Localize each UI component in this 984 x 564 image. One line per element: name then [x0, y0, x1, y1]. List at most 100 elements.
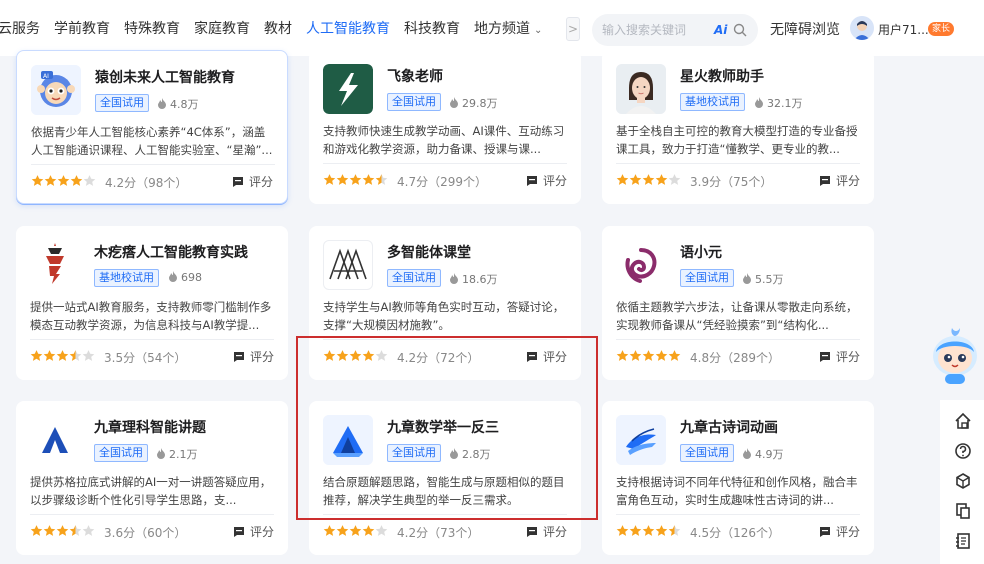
tool-card[interactable]: 九章数学举一反三 全国试用 2.8万 结合原题解题思路，智能生成与原题相似的题目… [309, 401, 581, 555]
trial-tag: 全国试用 [95, 94, 149, 112]
comment-icon [819, 351, 830, 362]
star-icon [629, 173, 642, 185]
rate-button[interactable]: 评分 [526, 172, 567, 189]
assistant-mascot-button[interactable] [930, 326, 980, 388]
tool-card[interactable]: AI 猿创未来人工智能教育 全国试用 4.8万 依据青少年人工智能核心素养“4C… [16, 50, 288, 204]
star-icon [642, 524, 655, 536]
multi-agent-logo-icon [323, 240, 373, 290]
nav-item-ai-education[interactable]: 人工智能教育 [306, 18, 390, 38]
rate-button[interactable]: 评分 [819, 523, 860, 540]
rate-button[interactable]: 评分 [233, 348, 274, 365]
heat-count: 5.5万 [742, 271, 784, 287]
top-navigation-bar: 云服务 学前教育 特殊教育 家庭教育 教材 人工智能教育 科技教育 地方频道 ⌄ … [0, 0, 984, 56]
nav-item-textbooks[interactable]: 教材 [264, 18, 292, 38]
notes-icon[interactable] [954, 532, 972, 550]
tool-card[interactable]: 多智能体课堂 全国试用 18.6万 支持学生与AI教师等角色实时互动，答疑讨论，… [309, 226, 581, 380]
heat-count: 29.8万 [449, 95, 498, 111]
star-icon [336, 349, 349, 361]
rate-label: 评分 [542, 525, 567, 539]
card-title[interactable]: 多智能体课堂 [387, 242, 471, 262]
accessibility-link[interactable]: 无障碍浏览 [770, 19, 840, 39]
tool-card[interactable]: 语小元 全国试用 5.5万 依循主题教学六步法，让备课从零散走向系统，实现教师备… [602, 226, 874, 380]
fire-icon [450, 448, 458, 459]
help-icon[interactable] [954, 442, 972, 460]
avatar[interactable] [850, 16, 874, 40]
rating-score: 3.5分（54个） [104, 351, 187, 365]
comment-icon [526, 351, 537, 362]
star-icon [83, 174, 96, 186]
ai-search-button[interactable]: Ai [714, 23, 727, 37]
nav-item-special-education[interactable]: 特殊教育 [124, 18, 180, 38]
card-description: 依循主题教学六步法，让备课从零散走向系统，实现教师备课从“凭经验摸索”到“结构化… [616, 300, 858, 332]
card-title[interactable]: 星火教师助手 [680, 66, 764, 86]
copy-icon[interactable] [954, 502, 972, 520]
heat-value: 4.9万 [755, 448, 784, 461]
star-icon [642, 173, 655, 185]
card-title[interactable]: 猿创未来人工智能教育 [95, 67, 235, 87]
fire-icon [157, 448, 165, 459]
rate-label: 评分 [249, 525, 274, 539]
rating-score: 4.5分（126个） [690, 526, 780, 540]
search-box: Ai [592, 14, 758, 46]
search-input[interactable] [602, 23, 710, 37]
star-icon [642, 349, 655, 361]
star-icon [362, 173, 375, 185]
star-icon [43, 349, 56, 361]
comment-icon [526, 175, 537, 186]
star-icon [375, 524, 388, 536]
heat-value: 4.8万 [170, 98, 199, 111]
card-title[interactable]: 九章古诗词动画 [680, 417, 778, 437]
card-title[interactable]: 语小元 [680, 242, 722, 262]
tool-card[interactable]: 九章理科智能讲题 全国试用 2.1万 提供苏格拉底式讲解的AI一对一讲题答疑应用… [16, 401, 288, 555]
star-icon [82, 524, 95, 536]
star-icon [655, 524, 668, 536]
card-description: 支持教师快速生成教学动画、AI课件、互动练习和游戏化教学资源，助力备课、授课与课… [323, 124, 565, 156]
heat-count: 4.8万 [157, 96, 199, 112]
user-name[interactable]: 用户71... [878, 21, 929, 38]
jiuzhang-science-logo-icon [30, 415, 80, 465]
tool-card[interactable]: 木疙瘩人工智能教育实践 基地校试用 698 提供一站式AI教育服务，支持教师零门… [16, 226, 288, 380]
rate-button[interactable]: 评分 [819, 348, 860, 365]
card-divider [616, 163, 860, 164]
search-icon[interactable] [733, 23, 747, 37]
cube-icon[interactable] [954, 472, 972, 490]
star-icon [323, 173, 336, 185]
card-title[interactable]: 九章理科智能讲题 [94, 417, 206, 437]
card-description: 提供一站式AI教育服务，支持教师零门槛制作多模态互动教学资源，为信息科技与AI教… [30, 300, 272, 332]
nav-scroll-right-button[interactable]: > [566, 17, 580, 41]
nav-item-tech-education[interactable]: 科技教育 [404, 18, 460, 38]
rate-button[interactable]: 评分 [526, 523, 567, 540]
channel-nav: 云服务 学前教育 特殊教育 家庭教育 教材 人工智能教育 科技教育 地方频道 ⌄ [0, 0, 556, 56]
star-icon [616, 349, 629, 361]
rating-score: 4.2分（72个） [397, 351, 480, 365]
trial-tag: 全国试用 [387, 269, 441, 287]
nav-item-family-education[interactable]: 家庭教育 [194, 18, 250, 38]
nav-item-local-channel[interactable]: 地方频道 ⌄ [474, 18, 542, 38]
trial-tag: 全国试用 [94, 444, 148, 462]
rate-button[interactable]: 评分 [232, 173, 273, 190]
nav-item-local-channel-label: 地方频道 [474, 21, 530, 37]
card-title[interactable]: 九章数学举一反三 [387, 417, 499, 437]
card-description: 提供苏格拉底式讲解的AI一对一讲题答疑应用，以步骤级诊断个性化引导学生思路，支.… [30, 475, 272, 507]
comment-icon [819, 526, 830, 537]
tool-card[interactable]: 九章古诗词动画 全国试用 4.9万 支持根据诗词不同年代特征和创作风格，融合丰富… [602, 401, 874, 555]
card-divider [323, 514, 567, 515]
card-description: 支持根据诗词不同年代特征和创作风格，融合丰富角色互动，实时生成趣味性古诗词的讲.… [616, 475, 858, 507]
nav-item-preschool[interactable]: 学前教育 [54, 18, 110, 38]
nav-item-cloud-service[interactable]: 云服务 [0, 18, 40, 38]
rate-button[interactable]: 评分 [233, 523, 274, 540]
tool-card[interactable]: 星火教师助手 基地校试用 32.1万 基于全栈自主可控的教育大模型打造的专业备授… [602, 50, 874, 204]
monkey-logo-icon: AI [31, 65, 81, 115]
fire-icon [755, 97, 763, 108]
rate-button[interactable]: 评分 [819, 172, 860, 189]
star-rating [30, 523, 95, 537]
card-description: 结合原题解题思路，智能生成与原题相似的题目推荐，解决学生典型的举一反三需求。 [323, 475, 565, 507]
card-title[interactable]: 木疙瘩人工智能教育实践 [94, 242, 248, 262]
rate-button[interactable]: 评分 [526, 348, 567, 365]
star-icon [30, 349, 43, 361]
home-icon[interactable] [954, 412, 972, 430]
fire-icon [450, 97, 458, 108]
tool-card[interactable]: 飞象老师 全国试用 29.8万 支持教师快速生成教学动画、AI课件、互动练习和游… [309, 50, 581, 204]
star-icon [323, 524, 336, 536]
card-title[interactable]: 飞象老师 [387, 66, 443, 86]
